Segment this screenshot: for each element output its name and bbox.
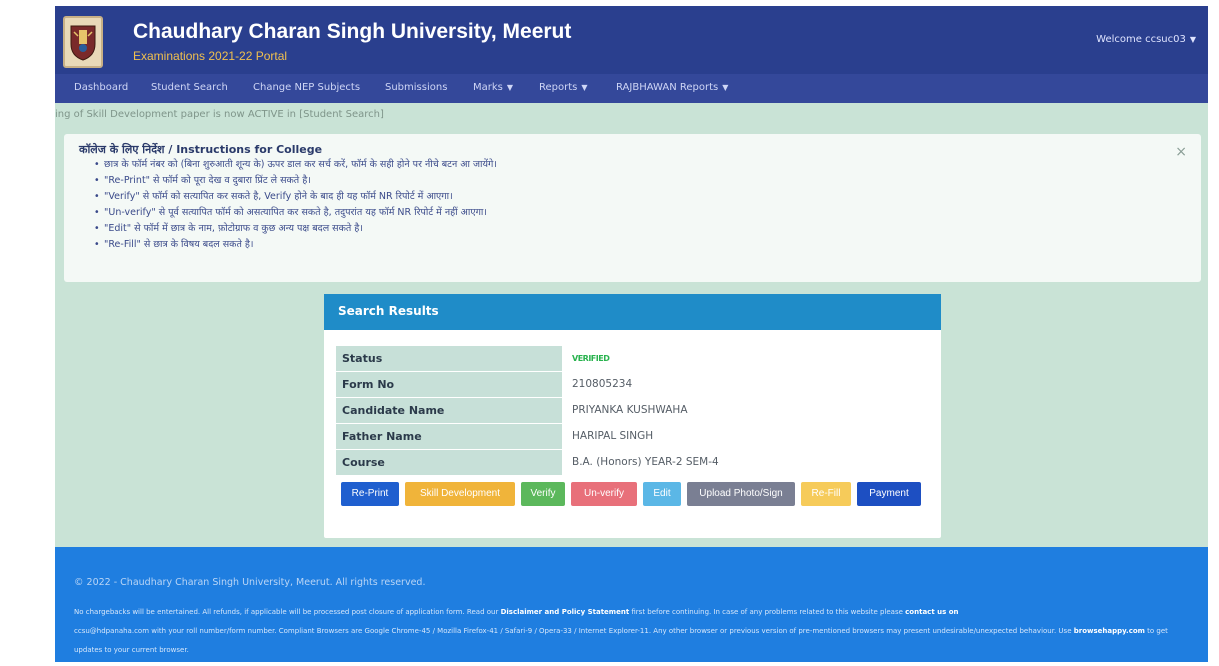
course-value: B.A. (Honors) YEAR-2 SEM-4 xyxy=(572,456,719,468)
nav-change-nep-subjects[interactable]: Change NEP Subjects xyxy=(253,82,360,93)
status-badge: VERIFIED xyxy=(572,354,610,363)
search-results-card: Search Results Status VERIFIED Form No 2… xyxy=(324,294,941,538)
contact-link[interactable]: contact us on xyxy=(905,608,958,616)
nav-label: Dashboard xyxy=(74,82,129,93)
browsehappy-link[interactable]: browsehappy.com xyxy=(1074,627,1145,635)
father-name-value: HARIPAL SINGH xyxy=(572,430,654,442)
skill-development-button[interactable]: Skill Development xyxy=(405,482,515,506)
caret-down-icon: ▼ xyxy=(1189,35,1196,44)
site-subtitle: Examinations 2021-22 Portal xyxy=(133,49,288,63)
site-header: Chaudhary Charan Singh University, Meeru… xyxy=(55,6,1208,74)
crest-icon xyxy=(70,25,96,61)
instructions-list: छात्र के फॉर्म नंबर को (बिना शुरुआती शून… xyxy=(94,157,497,253)
disclaimer-link[interactable]: Disclaimer and Policy Statement xyxy=(501,608,630,616)
list-item: छात्र के फॉर्म नंबर को (बिना शुरुआती शून… xyxy=(94,157,497,173)
nav-label: Change NEP Subjects xyxy=(253,82,361,93)
payment-button[interactable]: Payment xyxy=(857,482,921,506)
status-label: Status xyxy=(336,346,562,371)
nav-reports[interactable]: Reports ▼ xyxy=(539,82,588,93)
reprint-button[interactable]: Re-Print xyxy=(341,482,399,506)
list-item: "Verify" से फॉर्म को सत्यापित कर सकते है… xyxy=(94,189,497,205)
main-navbar: Dashboard Student Search Change NEP Subj… xyxy=(55,74,1208,103)
footer-text: ccsu@hdpanaha.com with your roll number/… xyxy=(74,627,1074,635)
list-item: "Re-Print" से फॉर्म को पूरा देख व दुबारा… xyxy=(94,173,497,189)
refill-button[interactable]: Re-Fill xyxy=(801,482,851,506)
list-item: "Edit" से फॉर्म में छात्र के नाम, फ़ोटोग… xyxy=(94,221,497,237)
form-no-value: 210805234 xyxy=(572,378,633,390)
father-name-label: Father Name xyxy=(336,424,562,449)
site-title: Chaudhary Charan Singh University, Meeru… xyxy=(133,20,572,43)
caret-down-icon: ▼ xyxy=(722,83,729,92)
nav-student-search[interactable]: Student Search xyxy=(151,82,228,93)
caret-down-icon: ▼ xyxy=(581,83,588,92)
instructions-panel: कॉलेज के लिए निर्देश / Instructions for … xyxy=(64,134,1201,282)
results-title: Search Results xyxy=(338,304,439,318)
candidate-name-value: PRIYANKA KUSHWAHA xyxy=(572,404,688,416)
nav-label: RAJBHAWAN Reports xyxy=(616,82,719,93)
footer-text: No chargebacks will be entertained. All … xyxy=(74,608,501,616)
unverify-button[interactable]: Un-verify xyxy=(571,482,637,506)
site-footer: © 2022 - Chaudhary Charan Singh Universi… xyxy=(55,547,1208,662)
caret-down-icon: ▼ xyxy=(506,83,514,92)
results-header: Search Results xyxy=(324,294,941,330)
nav-label: Submissions xyxy=(385,82,448,93)
nav-submissions[interactable]: Submissions xyxy=(385,82,447,93)
nav-rajbhawan-reports[interactable]: RAJBHAWAN Reports ▼ xyxy=(616,82,728,93)
announcement-ticker: ing of Skill Development paper is now AC… xyxy=(55,109,384,120)
welcome-text: Welcome ccsuc03 xyxy=(1096,34,1186,45)
edit-button[interactable]: Edit xyxy=(643,482,681,506)
list-item: "Re-Fill" से छात्र के विषय बदल सकते है। xyxy=(94,237,497,253)
university-logo[interactable] xyxy=(63,16,103,68)
verify-button[interactable]: Verify xyxy=(521,482,565,506)
candidate-name-label: Candidate Name xyxy=(336,398,562,423)
form-no-label: Form No xyxy=(336,372,562,397)
nav-dashboard[interactable]: Dashboard xyxy=(74,82,128,93)
nav-label: Reports xyxy=(539,82,578,93)
upload-photo-sign-button[interactable]: Upload Photo/Sign xyxy=(687,482,795,506)
copyright-text: © 2022 - Chaudhary Charan Singh Universi… xyxy=(74,577,426,588)
nav-marks[interactable]: Marks ▼ xyxy=(473,82,513,93)
nav-label: Student Search xyxy=(151,82,228,93)
close-icon[interactable]: × xyxy=(1175,144,1187,160)
nav-label: Marks xyxy=(473,82,503,93)
footer-notice: No chargebacks will be entertained. All … xyxy=(74,603,1184,660)
user-menu[interactable]: Welcome ccsuc03 ▼ xyxy=(1096,34,1196,45)
portal-app: Chaudhary Charan Singh University, Meeru… xyxy=(55,6,1208,662)
list-item: "Un-verify" से पूर्व सत्यापित फॉर्म को अ… xyxy=(94,205,497,221)
instructions-title: कॉलेज के लिए निर्देश / Instructions for … xyxy=(79,143,323,156)
footer-text: first before continuing. In case of any … xyxy=(629,608,906,616)
course-label: Course xyxy=(336,450,562,475)
